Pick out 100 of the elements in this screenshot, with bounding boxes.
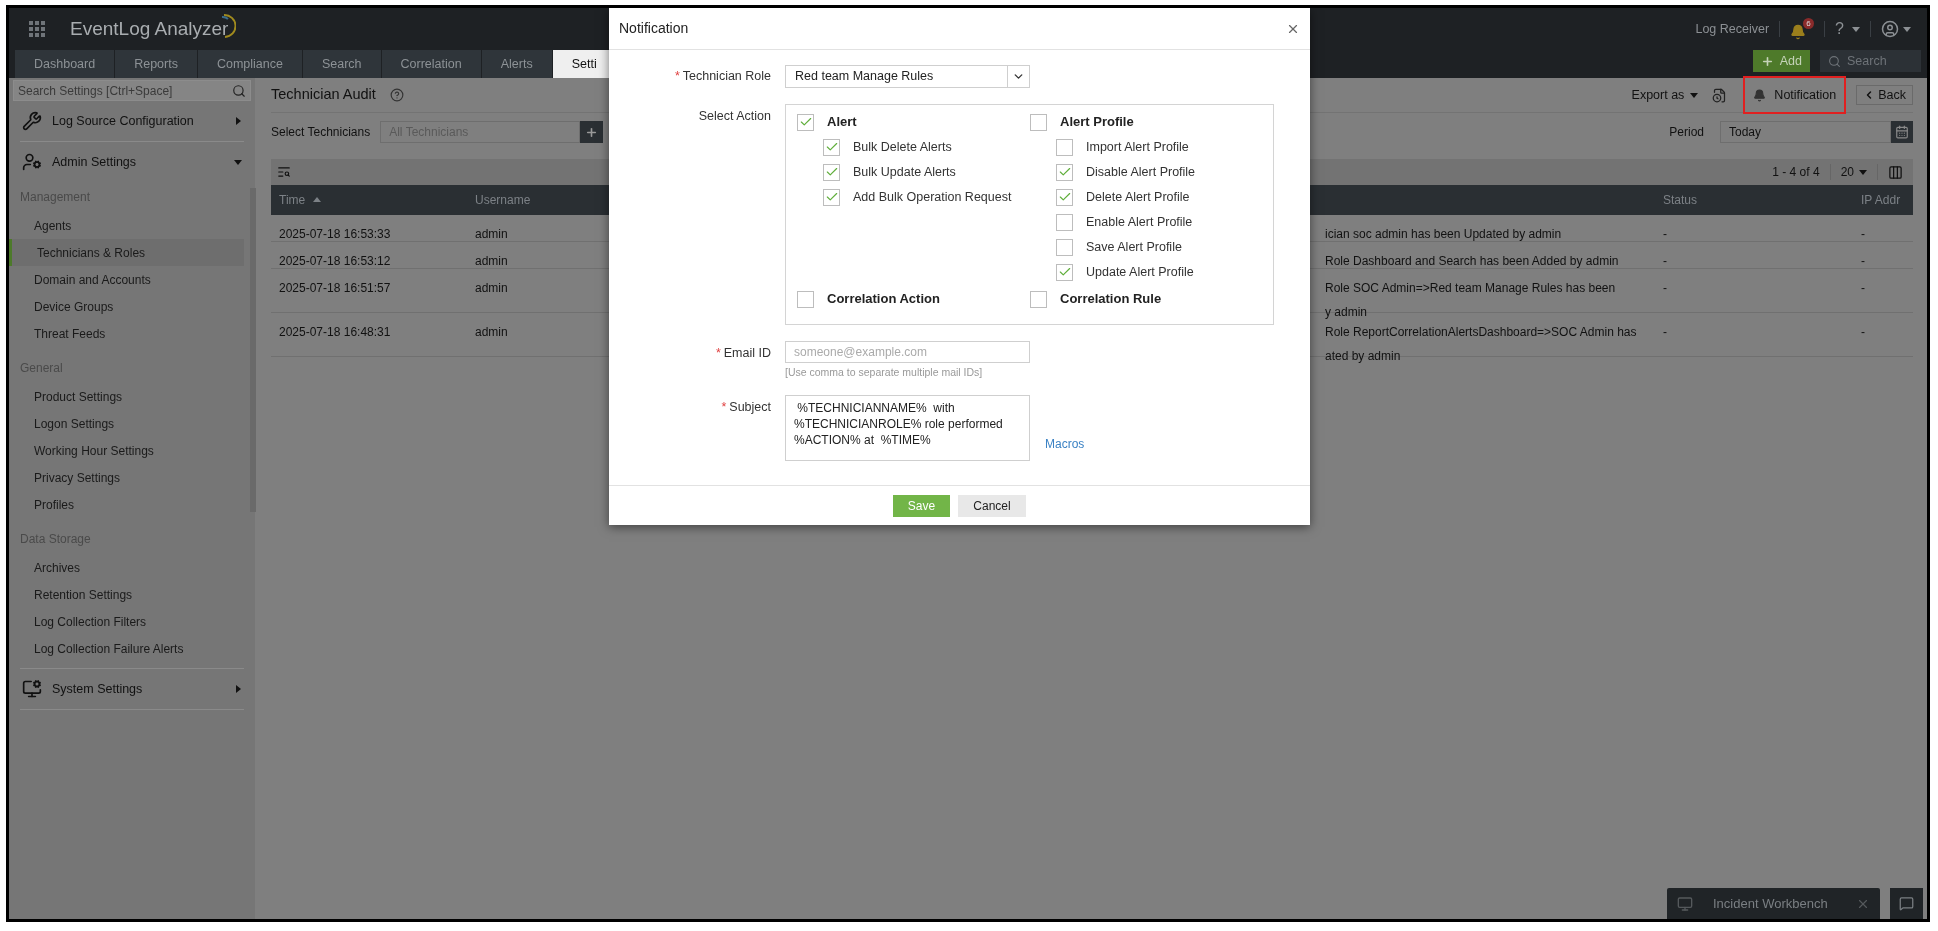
dialog-title: Notification: [619, 19, 689, 38]
global-search-field[interactable]: Search: [1820, 50, 1921, 72]
search-filter-icon[interactable]: [277, 165, 291, 179]
help-icon[interactable]: [389, 88, 404, 102]
cancel-button[interactable]: Cancel: [958, 494, 1026, 517]
subject-field[interactable]: %TECHNICIANNAME% with %TECHNICIANROLE% role performed %ACTION% at %TIME%: [785, 394, 1030, 461]
email-hint: [Use comma to separate multiple mail IDs]: [785, 365, 984, 380]
search-icon: [1828, 54, 1841, 68]
export-menu[interactable]: Export as: [1631, 85, 1699, 105]
checkbox[interactable]: [1056, 263, 1073, 281]
help-menu[interactable]: ?: [1835, 17, 1860, 41]
checkbox[interactable]: [1030, 113, 1047, 131]
check-icon: [824, 165, 839, 179]
incident-workbench-bar[interactable]: Incident Workbench: [1667, 888, 1880, 919]
column-header[interactable]: Username: [475, 191, 531, 209]
checkbox-label: Save Alert Profile: [1086, 238, 1182, 256]
notification-button[interactable]: Notification: [1753, 85, 1837, 105]
add-button[interactable]: Add: [1752, 50, 1810, 72]
table-cell: -: [1663, 325, 1667, 339]
sidebar-item[interactable]: Product Settings: [9, 383, 244, 410]
sidebar-item[interactable]: Profiles: [9, 491, 244, 518]
check-icon: [824, 140, 839, 154]
caret-icon: [1903, 25, 1911, 33]
app-grid-icon[interactable]: [29, 20, 46, 38]
nav-tab[interactable]: Alerts: [481, 50, 553, 78]
sidebar-item[interactable]: Device Groups: [9, 293, 244, 320]
settings-search-field[interactable]: Search Settings [Ctrl+Space]: [13, 80, 251, 101]
add-technician-button[interactable]: [580, 121, 604, 143]
settings-group[interactable]: Log Source Configuration: [20, 101, 244, 141]
table-cell: 2025-07-18 16:48:31: [279, 325, 391, 339]
page-size-select[interactable]: 20: [1840, 163, 1867, 181]
settings-group[interactable]: Admin Settings: [20, 142, 244, 182]
sidebar-item[interactable]: Working Hour Settings: [9, 437, 244, 464]
check-icon: [798, 115, 813, 129]
checkbox-label: Delete Alert Profile: [1086, 188, 1190, 206]
column-header[interactable]: IP Addr: [1861, 191, 1901, 209]
notifications-bell[interactable]: 6: [1790, 18, 1815, 40]
checkbox[interactable]: [1056, 238, 1073, 256]
plus-icon: [1760, 54, 1774, 68]
checkbox-label: Update Alert Profile: [1086, 263, 1194, 281]
bell-icon: [1753, 88, 1767, 102]
checkbox[interactable]: [1056, 163, 1073, 181]
table-cell: Role SOC Admin=>Red team Manage Rules has been y admin: [1325, 281, 1616, 319]
columns-icon[interactable]: [1888, 164, 1903, 180]
checkbox[interactable]: [797, 113, 814, 131]
checkbox[interactable]: [823, 163, 840, 181]
chat-button[interactable]: [1890, 888, 1923, 919]
column-header[interactable]: Time: [279, 191, 306, 209]
nav-tab[interactable]: Correlation: [381, 50, 482, 78]
calendar-button[interactable]: [1891, 121, 1913, 143]
column-header[interactable]: Status: [1663, 191, 1698, 209]
caret-icon: [1859, 168, 1867, 176]
table-cell: admin: [475, 227, 508, 241]
checkbox-label: Correlation Rule: [1060, 290, 1162, 309]
schedule-icon[interactable]: [1712, 87, 1728, 103]
table-cell: -: [1861, 227, 1865, 241]
sidebar-item[interactable]: Logon Settings: [9, 410, 244, 437]
sidebar-item[interactable]: Archives: [9, 554, 244, 581]
table-cell: -: [1861, 325, 1865, 339]
nav-tab[interactable]: Dashboard: [15, 50, 116, 78]
tools-icon: [22, 111, 42, 131]
chat-icon: [1899, 896, 1914, 911]
sidebar-item[interactable]: Retention Settings: [9, 581, 244, 608]
checkbox[interactable]: [1056, 138, 1073, 156]
sidebar-item[interactable]: Domain and Accounts: [9, 266, 244, 293]
sidebar-item[interactable]: Threat Feeds: [9, 320, 244, 347]
table-cell: -: [1861, 281, 1865, 295]
checkbox[interactable]: [823, 188, 840, 206]
sidebar-item[interactable]: Privacy Settings: [9, 464, 244, 491]
field-label: * Email ID: [714, 345, 771, 362]
app-logo[interactable]: EventLog Analyzer: [70, 14, 237, 44]
caret-icon: [234, 117, 242, 125]
table-cell: Role ReportCorrelationAlertsDashboard=>SOC Admin has ated by admin: [1325, 325, 1637, 363]
period-field[interactable]: Today: [1720, 121, 1891, 143]
checkbox[interactable]: [1056, 188, 1073, 206]
back-button[interactable]: Back: [1856, 85, 1913, 105]
sidebar-item[interactable]: Log Collection Filters: [9, 608, 244, 635]
nav-tab[interactable]: Search: [302, 50, 382, 78]
nav-tab[interactable]: Reports: [115, 50, 198, 78]
sidebar-item[interactable]: Agents: [9, 212, 244, 239]
check-icon: [1057, 190, 1072, 204]
user-menu[interactable]: [1881, 20, 1911, 38]
table-cell: admin: [475, 254, 508, 268]
sidebar-item[interactable]: Log Collection Failure Alerts: [9, 635, 244, 662]
checkbox-label: Enable Alert Profile: [1086, 213, 1193, 231]
email-field[interactable]: someone@example.com: [785, 341, 1030, 363]
log-receiver-link[interactable]: Log Receiver: [1695, 19, 1770, 39]
checkbox-label: Bulk Update Alerts: [853, 163, 956, 181]
checkbox[interactable]: [1056, 213, 1073, 231]
nav-tab[interactable]: Compliance: [197, 50, 303, 78]
checkbox[interactable]: [1030, 290, 1047, 308]
sidebar-item[interactable]: Technicians & Roles: [9, 239, 244, 266]
macros-link[interactable]: Macros: [1045, 434, 1085, 453]
settings-group[interactable]: System Settings: [20, 669, 244, 709]
save-button[interactable]: Save: [893, 494, 950, 517]
checkbox-label: Disable Alert Profile: [1086, 163, 1196, 181]
checkbox[interactable]: [823, 138, 840, 156]
table-cell: Role Dashboard and Search has been Added by admin: [1325, 254, 1619, 268]
checkbox[interactable]: [797, 290, 814, 308]
technician-role-select[interactable]: Red team Manage Rules: [785, 65, 1030, 88]
